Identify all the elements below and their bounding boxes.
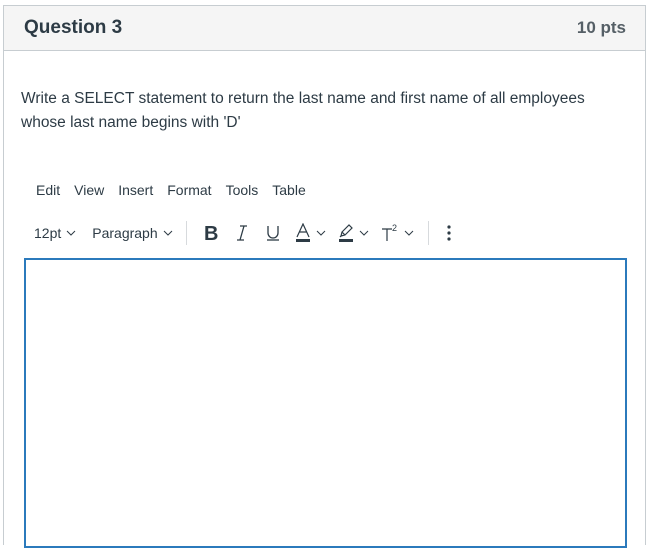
block-format-dropdown[interactable]: Paragraph — [87, 219, 177, 247]
more-options-button[interactable] — [437, 219, 461, 247]
text-color-button[interactable] — [289, 219, 332, 247]
superscript-icon: 2 — [381, 223, 397, 241]
chevron-down-icon — [163, 230, 172, 236]
toolbar-divider — [185, 221, 187, 245]
chevron-down-icon — [66, 230, 76, 236]
highlight-color-button[interactable] — [332, 219, 375, 247]
underline-button[interactable] — [257, 219, 289, 247]
menu-insert[interactable]: Insert — [111, 180, 160, 200]
chevron-down-icon — [316, 230, 325, 236]
italic-button[interactable] — [227, 219, 257, 247]
question-points: 10 pts — [576, 18, 626, 37]
underline-icon — [266, 226, 279, 241]
block-format-value: Paragraph — [92, 225, 158, 241]
question-title: Question 3 — [24, 17, 123, 38]
chevron-down-icon — [404, 230, 413, 236]
editor-toolbar: 12pt Paragraph B 2 — [29, 218, 461, 248]
font-size-dropdown[interactable]: 12pt — [29, 219, 81, 247]
toolbar-divider — [427, 221, 429, 245]
menu-format[interactable]: Format — [160, 180, 218, 200]
chevron-down-icon — [359, 230, 368, 236]
bold-icon: B — [204, 224, 218, 242]
italic-icon — [236, 225, 247, 241]
bold-button[interactable]: B — [195, 219, 227, 247]
menu-view[interactable]: View — [67, 180, 111, 200]
editor-menubar: Edit View Insert Format Tools Table — [29, 180, 313, 200]
text-color-icon — [295, 223, 310, 242]
question-header: Question 3 10 pts — [4, 6, 645, 51]
svg-text:2: 2 — [392, 223, 397, 233]
menu-edit[interactable]: Edit — [29, 180, 67, 200]
superscript-button[interactable]: 2 — [375, 219, 420, 247]
svg-text:B: B — [204, 224, 218, 242]
menu-tools[interactable]: Tools — [219, 180, 266, 200]
highlight-icon — [338, 224, 353, 242]
menu-table[interactable]: Table — [265, 180, 312, 200]
question-text: Write a SELECT statement to return the l… — [21, 90, 585, 131]
font-size-value: 12pt — [34, 225, 62, 241]
more-vertical-icon — [447, 225, 451, 241]
answer-editor[interactable] — [24, 258, 627, 548]
